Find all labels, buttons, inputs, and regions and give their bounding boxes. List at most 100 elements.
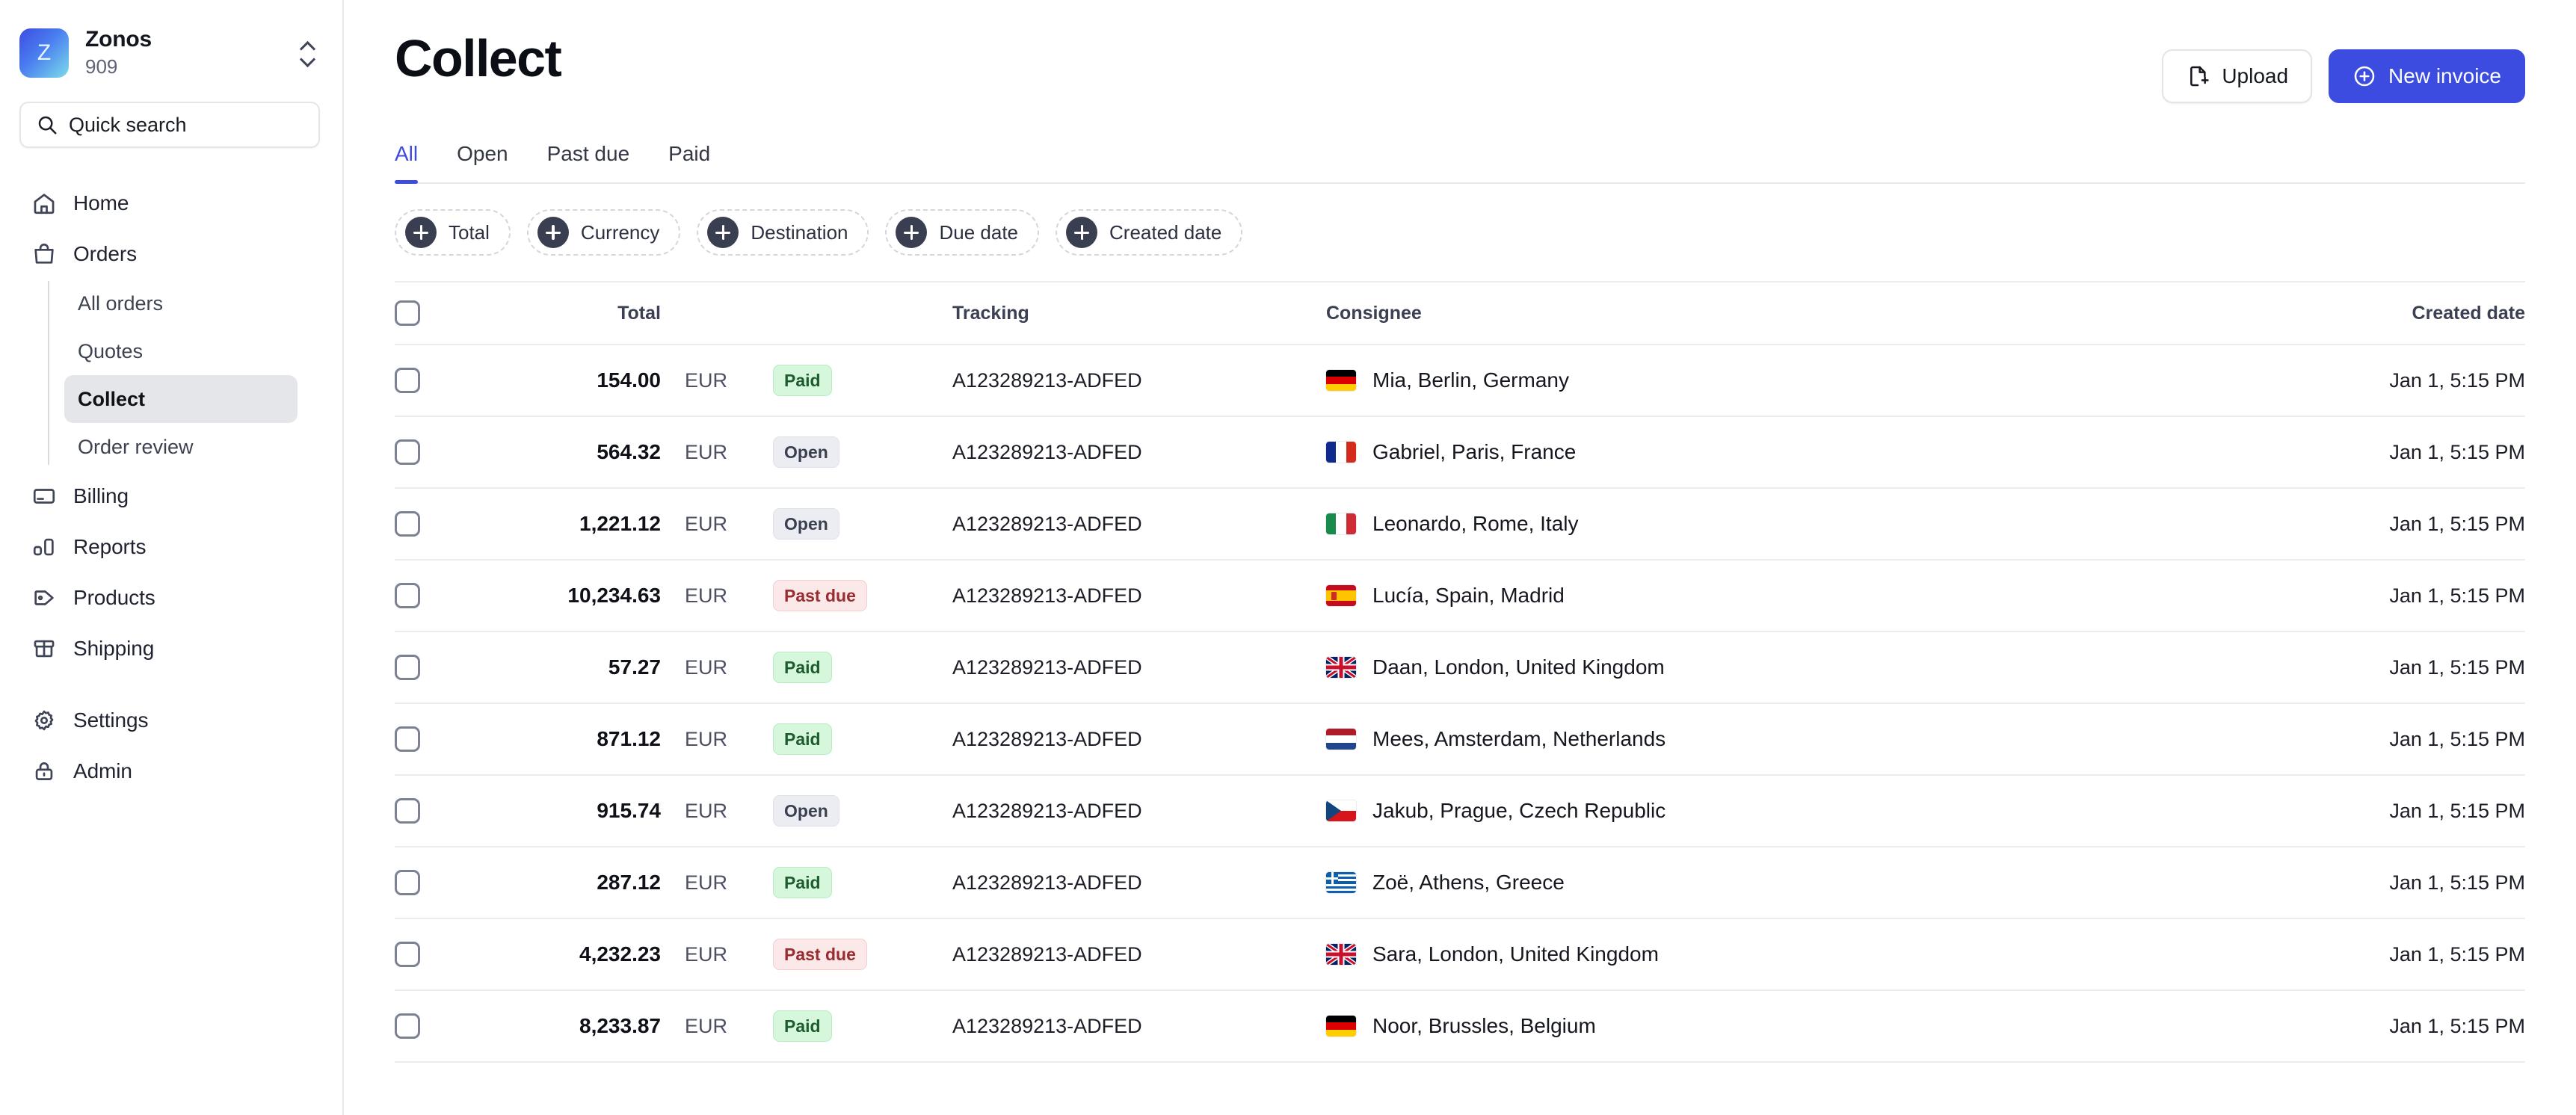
cell-tracking[interactable]: A123289213-ADFED xyxy=(952,584,1326,608)
sidebar-item-label: Orders xyxy=(73,242,137,265)
sidebar-item-orders[interactable]: Orders xyxy=(19,229,323,279)
table-row[interactable]: 564.32 EUR Open A123289213-ADFED Gabriel, Pa… xyxy=(395,417,2525,489)
table-row[interactable]: 287.12 EUR Paid A123289213-ADFED Zoë, Athens… xyxy=(395,847,2525,919)
cell-tracking[interactable]: A123289213-ADFED xyxy=(952,441,1326,464)
sidebar-item-all-orders[interactable]: All orders xyxy=(64,279,298,327)
workspace-logo-letter: Z xyxy=(37,40,52,65)
filter-chips: Total Currency Destination Due date Crea… xyxy=(395,209,2525,256)
row-checkbox[interactable] xyxy=(395,583,420,608)
row-checkbox[interactable] xyxy=(395,798,420,824)
column-header-created-date[interactable]: Created date xyxy=(2271,303,2525,324)
sidebar-item-label: Settings xyxy=(73,708,149,732)
table-row[interactable]: 154.00 EUR Paid A123289213-ADFED Mia, Berlin… xyxy=(395,345,2525,417)
cell-tracking[interactable]: A123289213-ADFED xyxy=(952,513,1326,536)
tab-open[interactable]: Open xyxy=(457,142,508,182)
cell-total: 4,232.23 xyxy=(579,942,661,966)
credit-card-icon xyxy=(33,489,55,504)
sidebar-item-label: Order review xyxy=(78,435,194,458)
table-row[interactable]: 871.12 EUR Paid A123289213-ADFED Mees, Amste… xyxy=(395,704,2525,776)
table-row[interactable]: 1,221.12 EUR Open A123289213-ADFED Leonardo,… xyxy=(395,489,2525,560)
sidebar-item-reports[interactable]: Reports xyxy=(19,522,323,572)
sidebar-item-label: Quotes xyxy=(78,339,144,362)
filter-chip-total[interactable]: Total xyxy=(395,209,511,256)
select-all-checkbox[interactable] xyxy=(395,300,420,326)
page-title: Collect xyxy=(395,29,562,87)
tab-label: Past due xyxy=(546,142,630,165)
table-row[interactable]: 10,234.63 EUR Past due A123289213-ADFED Lucí… xyxy=(395,560,2525,632)
row-select-cell xyxy=(395,726,459,752)
upload-button[interactable]: Upload xyxy=(2162,49,2313,103)
row-checkbox[interactable] xyxy=(395,368,420,393)
tab-label: Open xyxy=(457,142,508,165)
column-header-total[interactable]: Total xyxy=(459,303,661,324)
status-badge: Open xyxy=(773,795,839,827)
sidebar-item-billing[interactable]: Billing xyxy=(19,471,323,522)
new-invoice-button[interactable]: New invoice xyxy=(2329,49,2525,103)
tab-paid[interactable]: Paid xyxy=(668,142,710,182)
invoices-table: Total Tracking Consignee Created date 15… xyxy=(395,281,2525,1063)
filter-chip-destination[interactable]: Destination xyxy=(697,209,869,256)
select-all-cell xyxy=(395,300,459,326)
cell-created-date: Jan 1, 5:15 PM xyxy=(2389,440,2525,463)
table-row[interactable]: 915.74 EUR Open A123289213-ADFED Jakub, Prag… xyxy=(395,776,2525,847)
status-badge: Paid xyxy=(773,365,832,396)
cell-tracking[interactable]: A123289213-ADFED xyxy=(952,800,1326,823)
tab-past-due[interactable]: Past due xyxy=(547,142,630,182)
status-badge: Paid xyxy=(773,867,832,898)
cell-tracking[interactable]: A123289213-ADFED xyxy=(952,943,1326,966)
sidebar-item-label: Collect xyxy=(78,387,146,410)
cell-consignee: Noor, Brussles, Belgium xyxy=(1326,1014,2271,1038)
lock-icon xyxy=(35,762,53,780)
cell-tracking[interactable]: A123289213-ADFED xyxy=(952,728,1326,751)
cell-currency: EUR xyxy=(685,440,728,463)
filter-chip-created-date[interactable]: Created date xyxy=(1056,209,1243,256)
search-icon xyxy=(38,116,57,135)
table-row[interactable]: 57.27 EUR Paid A123289213-ADFED Daan, London… xyxy=(395,632,2525,704)
sidebar-item-order-review[interactable]: Order review xyxy=(64,423,298,471)
sidebar-item-shipping[interactable]: Shipping xyxy=(19,623,323,674)
sidebar-item-home[interactable]: Home xyxy=(19,178,323,229)
filter-chip-currency[interactable]: Currency xyxy=(526,209,681,256)
table-row[interactable]: 8,233.87 EUR Paid A123289213-ADFED Noor, Bru… xyxy=(395,991,2525,1063)
filter-chip-label: Currency xyxy=(580,220,660,244)
column-header-consignee[interactable]: Consignee xyxy=(1326,303,2271,324)
cell-created-date: Jan 1, 5:15 PM xyxy=(2389,871,2525,894)
cell-tracking[interactable]: A123289213-ADFED xyxy=(952,656,1326,679)
page-header: Collect Upload New invoice xyxy=(395,0,2525,103)
workspace-switcher[interactable]: Z Zonos 909 xyxy=(0,0,342,82)
row-checkbox[interactable] xyxy=(395,655,420,680)
sidebar-item-products[interactable]: Products xyxy=(19,572,323,623)
sidebar-item-admin[interactable]: Admin xyxy=(19,746,323,797)
row-checkbox[interactable] xyxy=(395,726,420,752)
consignee-name: Sara, London, United Kingdom xyxy=(1372,942,1659,966)
row-checkbox[interactable] xyxy=(395,942,420,967)
tab-all[interactable]: All xyxy=(395,142,419,184)
row-checkbox[interactable] xyxy=(395,1013,420,1039)
cell-status: Paid xyxy=(773,652,952,683)
sidebar-item-collect[interactable]: Collect xyxy=(64,375,298,423)
flag-icon-it xyxy=(1326,513,1356,534)
file-plus-icon xyxy=(2190,66,2209,87)
cell-tracking[interactable]: A123289213-ADFED xyxy=(952,369,1326,392)
cell-tracking[interactable]: A123289213-ADFED xyxy=(952,871,1326,895)
sidebar-item-settings[interactable]: Settings xyxy=(19,695,323,746)
filter-chip-due-date[interactable]: Due date xyxy=(885,209,1040,256)
row-checkbox[interactable] xyxy=(395,511,420,537)
cell-tracking[interactable]: A123289213-ADFED xyxy=(952,1015,1326,1038)
row-checkbox[interactable] xyxy=(395,439,420,465)
status-badge: Paid xyxy=(773,1010,832,1042)
workspace-name: Zonos xyxy=(85,27,152,52)
chevron-up-down-icon[interactable] xyxy=(295,36,320,70)
workspace-logo: Z xyxy=(19,28,69,78)
sidebar-item-quotes[interactable]: Quotes xyxy=(64,327,298,375)
row-checkbox[interactable] xyxy=(395,870,420,895)
search-input[interactable]: Quick search xyxy=(19,102,320,148)
row-select-cell xyxy=(395,368,459,393)
flag-icon-nl xyxy=(1326,729,1356,750)
cell-total: 154.00 xyxy=(597,368,661,392)
row-select-cell xyxy=(395,583,459,608)
column-header-tracking[interactable]: Tracking xyxy=(952,303,1326,324)
table-row[interactable]: 4,232.23 EUR Past due A123289213-ADFED Sara,… xyxy=(395,919,2525,991)
cell-consignee: Mia, Berlin, Germany xyxy=(1326,368,2271,392)
